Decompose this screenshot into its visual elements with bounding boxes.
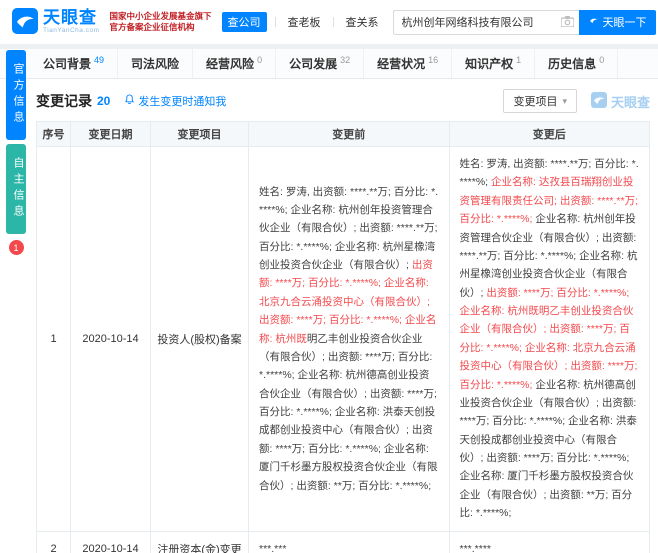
table-header-row: 序号变更日期变更项目变更前变更后	[37, 122, 650, 147]
logo-text: 天眼查	[43, 9, 100, 26]
sidebar-badge: 1	[9, 240, 24, 255]
tab-label: 公司发展	[289, 55, 337, 72]
tab-label: 经营状况	[377, 55, 425, 72]
section-count: 20	[97, 94, 110, 108]
row-before-change: 姓名: 罗涛, 出资额: ****.**万; 百分比: *.****%; 企业名…	[249, 147, 450, 532]
chevron-down-icon: ▾	[562, 96, 567, 107]
tab-history-info[interactable]: 历史信息0	[535, 49, 618, 78]
nav-divider	[333, 17, 334, 27]
section-header: 变更记录 20 发生变更时通知我 变更项目 ▾ 天眼查	[36, 89, 650, 113]
change-record-table: 序号变更日期变更项目变更前变更后 12020-10-14投资人(股权)备案姓名:…	[36, 121, 650, 553]
table-row: 12020-10-14投资人(股权)备案姓名: 罗涛, 出资额: ****.**…	[37, 147, 650, 532]
search-button-label: 天眼一下	[603, 14, 647, 30]
row-before-change: ***.***	[249, 531, 450, 553]
row-date: 2020-10-14	[71, 531, 151, 553]
row-seq: 1	[37, 147, 71, 532]
row-seq: 2	[37, 531, 71, 553]
tab-label: 经营风险	[206, 55, 254, 72]
left-sidebar: 官方信息 自主信息 1	[6, 50, 26, 255]
search-type-nav: 查公司 查老板 查关系	[222, 12, 383, 32]
section-title: 变更记录	[36, 91, 92, 111]
tab-operating-risk[interactable]: 经营风险0	[193, 49, 276, 78]
logo-subtext: TianYanCha.com	[43, 28, 100, 35]
watermark-logo-icon	[591, 92, 607, 111]
tab-count: 16	[428, 55, 438, 65]
search-input[interactable]	[393, 10, 579, 35]
column-header: 序号	[37, 122, 71, 147]
tab-count: 32	[340, 55, 350, 65]
sidebar-tab-official-info[interactable]: 官方信息	[6, 50, 26, 140]
tab-label: 司法风险	[131, 55, 179, 72]
nav-item-boss[interactable]: 查老板	[284, 12, 325, 32]
change-table-body: 12020-10-14投资人(股权)备案姓名: 罗涛, 出资额: ****.**…	[37, 147, 650, 553]
tianyancha-watermark: 天眼查	[591, 92, 650, 111]
tab-company-development[interactable]: 公司发展32	[276, 49, 364, 78]
row-date: 2020-10-14	[71, 147, 151, 532]
text-segment: 企业名称: 杭州德高创业投资合伙企业（有限合伙）; 出资额: ****万; 百分…	[460, 379, 637, 520]
tianyancha-logo[interactable]: 天眼查 TianYanCha.com	[12, 8, 100, 37]
filter-label: 变更项目	[513, 93, 557, 109]
camera-icon[interactable]	[561, 16, 574, 30]
tab-count: 1	[516, 55, 521, 65]
notify-label: 发生变更时通知我	[138, 93, 226, 109]
tabs-bar: 公司背景49司法风险经营风险0公司发展32经营状况16知识产权1历史信息0	[0, 49, 658, 79]
row-after-change: 姓名: 罗涛, 出资额: ****.**万; 百分比: *.****%; 企业名…	[449, 147, 650, 532]
nav-divider	[275, 17, 276, 27]
column-header: 变更项目	[151, 122, 249, 147]
tab-count: 49	[94, 55, 104, 65]
tab-operating-status[interactable]: 经营状况16	[364, 49, 452, 78]
row-change-item: 注册资本(金)变更	[151, 531, 249, 553]
text-segment: 明乙丰创业投资合伙企业（有限合伙）; 出资额: ****万; 百分比: *.**…	[259, 333, 438, 492]
changed-text-segment: 出资额: ****万; 百分比: *.****%; 企业名称: 杭州既明乙丰创业…	[460, 287, 638, 391]
watermark-text: 天眼查	[611, 92, 650, 111]
nav-item-relation[interactable]: 查关系	[342, 12, 383, 32]
row-after-change: ***.****	[449, 531, 650, 553]
text-segment: ***.***	[259, 543, 286, 553]
text-segment: ***.****	[460, 543, 492, 553]
table-row: 22020-10-14注册资本(金)变更 ***.*** ***.****	[37, 531, 650, 553]
tab-label: 知识产权	[465, 55, 513, 72]
official-slogan: 国家中小企业发展基金旗下 官方备案企业征信机构	[110, 11, 212, 34]
tab-count: 0	[257, 55, 262, 65]
tab-company-background[interactable]: 公司背景49	[30, 49, 118, 78]
column-header: 变更日期	[71, 122, 151, 147]
tab-judicial-risk[interactable]: 司法风险	[118, 49, 193, 78]
change-notify-link[interactable]: 发生变更时通知我	[124, 93, 226, 109]
sidebar-tab-self-info[interactable]: 自主信息	[6, 144, 26, 234]
bell-icon	[124, 94, 135, 108]
search-button[interactable]: 天眼一下	[579, 10, 656, 35]
column-header: 变更前	[249, 122, 450, 147]
main-content: 变更记录 20 发生变更时通知我 变更项目 ▾ 天眼查 序号变更日期变更项目变更…	[36, 89, 650, 553]
row-change-item: 投资人(股权)备案	[151, 147, 249, 532]
logo-eye-icon	[12, 8, 38, 37]
tab-label: 历史信息	[548, 55, 596, 72]
column-header: 变更后	[449, 122, 650, 147]
change-item-filter-button[interactable]: 变更项目 ▾	[503, 89, 577, 113]
search-button-eye-icon	[588, 15, 599, 29]
tab-intellectual-property[interactable]: 知识产权1	[452, 49, 535, 78]
tab-count: 0	[599, 55, 604, 65]
tab-label: 公司背景	[43, 55, 91, 72]
nav-item-company[interactable]: 查公司	[222, 12, 267, 32]
search-box: 天眼一下	[393, 10, 656, 35]
top-bar: 天眼查 TianYanCha.com 国家中小企业发展基金旗下 官方备案企业征信…	[0, 0, 658, 44]
